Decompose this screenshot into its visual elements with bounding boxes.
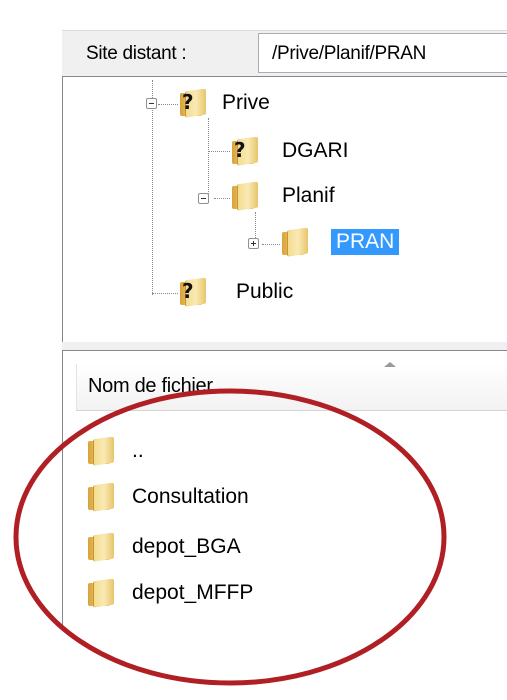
tree-connector	[208, 118, 209, 194]
tree-item-prive[interactable]: Prive	[222, 90, 270, 116]
panel-splitter[interactable]	[62, 342, 507, 350]
tree-item-planif[interactable]: Planif	[282, 183, 335, 209]
tree-connector	[152, 110, 153, 295]
expand-toggle-pran[interactable]	[248, 238, 259, 249]
unknown-folder-icon: ?	[180, 277, 206, 307]
tree-connector	[208, 151, 230, 152]
unknown-folder-icon: ?	[232, 136, 258, 166]
tree-item-dgari[interactable]: DGARI	[282, 138, 349, 164]
tree-connector	[262, 244, 280, 245]
remote-path-input[interactable]: /Prive/Planif/PRAN	[258, 33, 507, 73]
folder-icon	[232, 181, 258, 211]
highlight-ellipse-annotation	[13, 388, 447, 686]
sort-ascending-icon	[384, 362, 396, 367]
tree-connector	[152, 293, 178, 294]
folder-icon	[282, 227, 308, 257]
tree-item-pran[interactable]: PRAN	[331, 229, 400, 255]
tree-connector	[158, 104, 178, 105]
remote-site-label: Site distant :	[86, 43, 187, 64]
unknown-folder-icon: ?	[180, 88, 206, 118]
tree-item-public[interactable]: Public	[236, 279, 293, 305]
collapse-toggle-prive[interactable]	[146, 98, 157, 109]
collapse-toggle-planif[interactable]	[198, 193, 209, 204]
tree-connector	[214, 198, 230, 199]
tree-connector	[152, 80, 153, 100]
